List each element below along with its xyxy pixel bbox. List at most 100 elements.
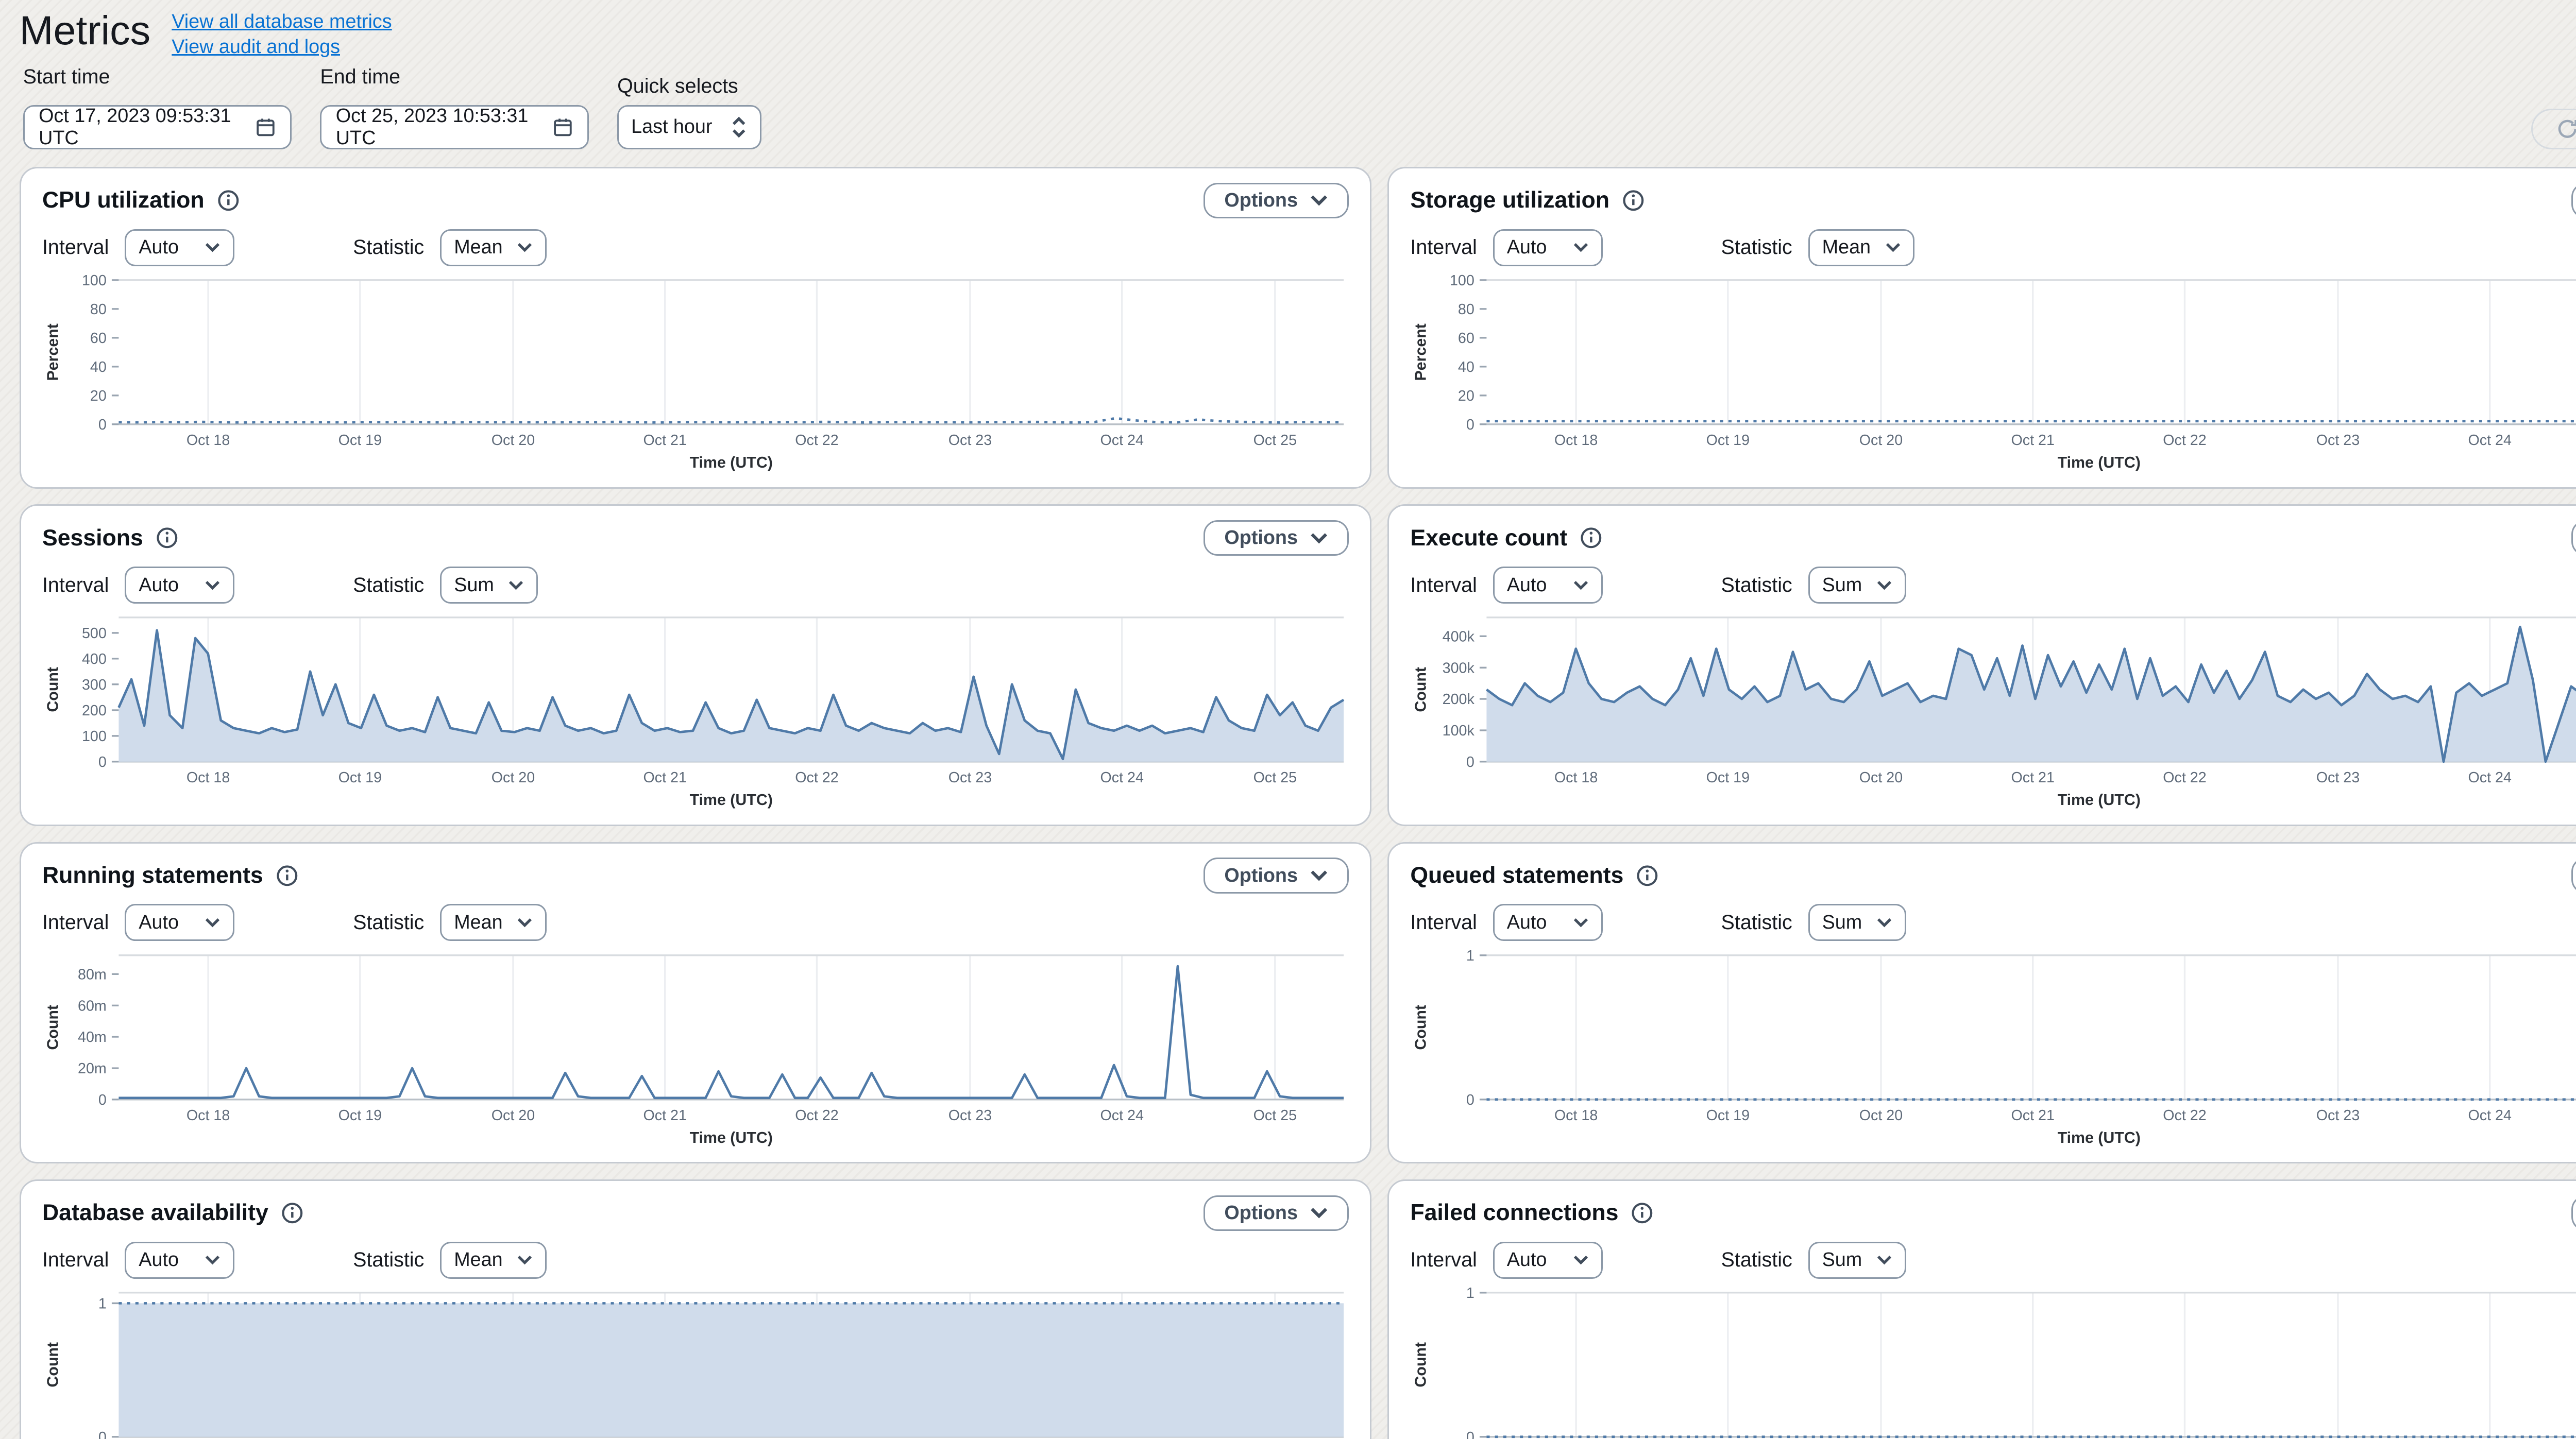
info-icon[interactable] bbox=[1636, 864, 1659, 887]
interval-select[interactable]: Auto bbox=[125, 229, 234, 266]
options-button[interactable]: Options bbox=[2571, 858, 2576, 894]
panel-title-wrap: Execute count bbox=[1410, 525, 1603, 551]
link-view-audit-and-logs[interactable]: View audit and logs bbox=[172, 36, 392, 58]
info-icon[interactable] bbox=[276, 864, 299, 887]
panel-title: Queued statements bbox=[1410, 863, 1623, 888]
interval-value: Auto bbox=[1507, 574, 1547, 596]
svg-text:Count: Count bbox=[44, 1342, 61, 1387]
options-button[interactable]: Options bbox=[2571, 1195, 2576, 1231]
svg-text:100k: 100k bbox=[1443, 723, 1475, 740]
svg-text:Oct 21: Oct 21 bbox=[2011, 432, 2055, 449]
time-series-chart: Oct 18Oct 19Oct 20Oct 21Oct 22Oct 23Oct … bbox=[1410, 609, 2576, 817]
svg-text:Oct 23: Oct 23 bbox=[948, 1107, 992, 1124]
statistic-select[interactable]: Mean bbox=[440, 1242, 547, 1279]
svg-text:Oct 21: Oct 21 bbox=[643, 432, 686, 449]
panel-controls: Interval Auto Statistic Sum bbox=[42, 567, 1349, 604]
svg-text:Oct 24: Oct 24 bbox=[1100, 432, 1143, 449]
interval-select[interactable]: Auto bbox=[125, 567, 234, 604]
panel-controls: Interval Auto Statistic Mean bbox=[42, 904, 1349, 941]
interval-label: Interval bbox=[1410, 1248, 1477, 1272]
interval-label: Interval bbox=[42, 911, 109, 934]
svg-text:0: 0 bbox=[98, 1429, 107, 1439]
svg-text:20: 20 bbox=[90, 388, 107, 404]
time-series-chart: Oct 18Oct 19Oct 20Oct 21Oct 22Oct 23Oct … bbox=[42, 271, 1349, 480]
svg-text:Count: Count bbox=[1413, 1342, 1430, 1387]
interval-select[interactable]: Auto bbox=[125, 1242, 234, 1279]
statistic-select[interactable]: Sum bbox=[1808, 1242, 1906, 1279]
info-icon[interactable] bbox=[1622, 189, 1645, 212]
interval-select[interactable]: Auto bbox=[1493, 567, 1603, 604]
svg-text:80: 80 bbox=[90, 301, 107, 318]
chevron-down-icon bbox=[1876, 1255, 1892, 1265]
chart-panel: Storage utilization Options Interval bbox=[1387, 167, 2576, 488]
quick-selects-dropdown[interactable]: Last hour bbox=[617, 105, 761, 149]
end-time-input[interactable]: Oct 25, 2023 10:53:31 UTC bbox=[320, 105, 589, 149]
info-icon[interactable] bbox=[156, 526, 179, 550]
interval-label: Interval bbox=[1410, 574, 1477, 597]
svg-text:Oct 21: Oct 21 bbox=[643, 1107, 686, 1124]
chevron-down-icon bbox=[1876, 580, 1892, 591]
reset-charts-button[interactable]: Reset charts bbox=[2531, 109, 2576, 149]
charts-grid: CPU utilization Options Interval bbox=[20, 167, 2576, 1439]
svg-text:Oct 20: Oct 20 bbox=[1859, 770, 1903, 786]
panel-controls: Interval Auto Statistic Mean bbox=[1410, 229, 2576, 266]
svg-text:Time (UTC): Time (UTC) bbox=[2058, 792, 2141, 809]
options-button[interactable]: Options bbox=[1204, 520, 1349, 556]
options-button[interactable]: Options bbox=[2571, 520, 2576, 556]
svg-text:200k: 200k bbox=[1443, 692, 1475, 708]
panel-controls: Interval Auto Statistic Sum bbox=[1410, 567, 2576, 604]
chevron-down-icon bbox=[205, 917, 221, 928]
options-button[interactable]: Options bbox=[1204, 858, 1349, 894]
svg-text:Oct 22: Oct 22 bbox=[2163, 432, 2207, 449]
interval-select[interactable]: Auto bbox=[1493, 1242, 1603, 1279]
svg-text:40m: 40m bbox=[78, 1029, 107, 1046]
options-label: Options bbox=[1224, 865, 1298, 887]
statistic-select[interactable]: Sum bbox=[440, 567, 538, 604]
interval-select[interactable]: Auto bbox=[1493, 229, 1603, 266]
info-icon[interactable] bbox=[217, 189, 240, 212]
options-button[interactable]: Options bbox=[1204, 1195, 1349, 1231]
statistic-value: Mean bbox=[454, 912, 502, 934]
svg-text:Time (UTC): Time (UTC) bbox=[690, 1129, 773, 1146]
svg-text:Count: Count bbox=[44, 667, 61, 712]
interval-select[interactable]: Auto bbox=[125, 904, 234, 941]
svg-text:Oct 23: Oct 23 bbox=[2316, 432, 2360, 449]
svg-text:Oct 21: Oct 21 bbox=[2011, 1107, 2055, 1124]
svg-text:Oct 21: Oct 21 bbox=[2011, 770, 2055, 786]
chart-panel: Execute count Options Interval A bbox=[1387, 504, 2576, 826]
svg-text:Oct 22: Oct 22 bbox=[2163, 1107, 2207, 1124]
start-time-input[interactable]: Oct 17, 2023 09:53:31 UTC bbox=[23, 105, 292, 149]
statistic-select[interactable]: Mean bbox=[1808, 229, 1915, 266]
link-view-all-database-metrics[interactable]: View all database metrics bbox=[172, 11, 392, 33]
options-label: Options bbox=[1224, 527, 1298, 549]
svg-text:20: 20 bbox=[1458, 388, 1475, 404]
svg-text:Oct 19: Oct 19 bbox=[1706, 1107, 1750, 1124]
chart-panel: Database availability Options Interval bbox=[20, 1179, 1372, 1439]
interval-select[interactable]: Auto bbox=[1493, 904, 1603, 941]
info-icon[interactable] bbox=[281, 1202, 304, 1225]
svg-text:Count: Count bbox=[44, 1005, 61, 1050]
svg-text:Oct 19: Oct 19 bbox=[338, 1107, 382, 1124]
svg-text:Oct 23: Oct 23 bbox=[948, 770, 992, 786]
time-series-chart: Oct 18Oct 19Oct 20Oct 21Oct 22Oct 23Oct … bbox=[1410, 1284, 2576, 1439]
svg-text:1: 1 bbox=[1466, 1285, 1475, 1301]
calendar-icon bbox=[255, 115, 276, 140]
svg-text:Oct 25: Oct 25 bbox=[1253, 432, 1297, 449]
statistic-select[interactable]: Mean bbox=[440, 229, 547, 266]
statistic-value: Sum bbox=[1822, 574, 1862, 596]
statistic-select[interactable]: Sum bbox=[1808, 904, 1906, 941]
svg-text:100: 100 bbox=[1450, 272, 1475, 289]
options-button[interactable]: Options bbox=[1204, 183, 1349, 219]
statistic-label: Statistic bbox=[1721, 1248, 1792, 1272]
chevron-down-icon bbox=[1876, 917, 1892, 928]
info-icon[interactable] bbox=[1580, 526, 1603, 550]
svg-text:Oct 24: Oct 24 bbox=[2468, 432, 2512, 449]
panel-header: Queued statements Options bbox=[1410, 858, 2576, 894]
info-icon[interactable] bbox=[1631, 1202, 1654, 1225]
svg-text:Oct 20: Oct 20 bbox=[1859, 432, 1903, 449]
options-button[interactable]: Options bbox=[2571, 183, 2576, 219]
statistic-select[interactable]: Mean bbox=[440, 904, 547, 941]
svg-text:400: 400 bbox=[82, 651, 107, 667]
svg-text:Oct 22: Oct 22 bbox=[2163, 770, 2207, 786]
statistic-select[interactable]: Sum bbox=[1808, 567, 1906, 604]
